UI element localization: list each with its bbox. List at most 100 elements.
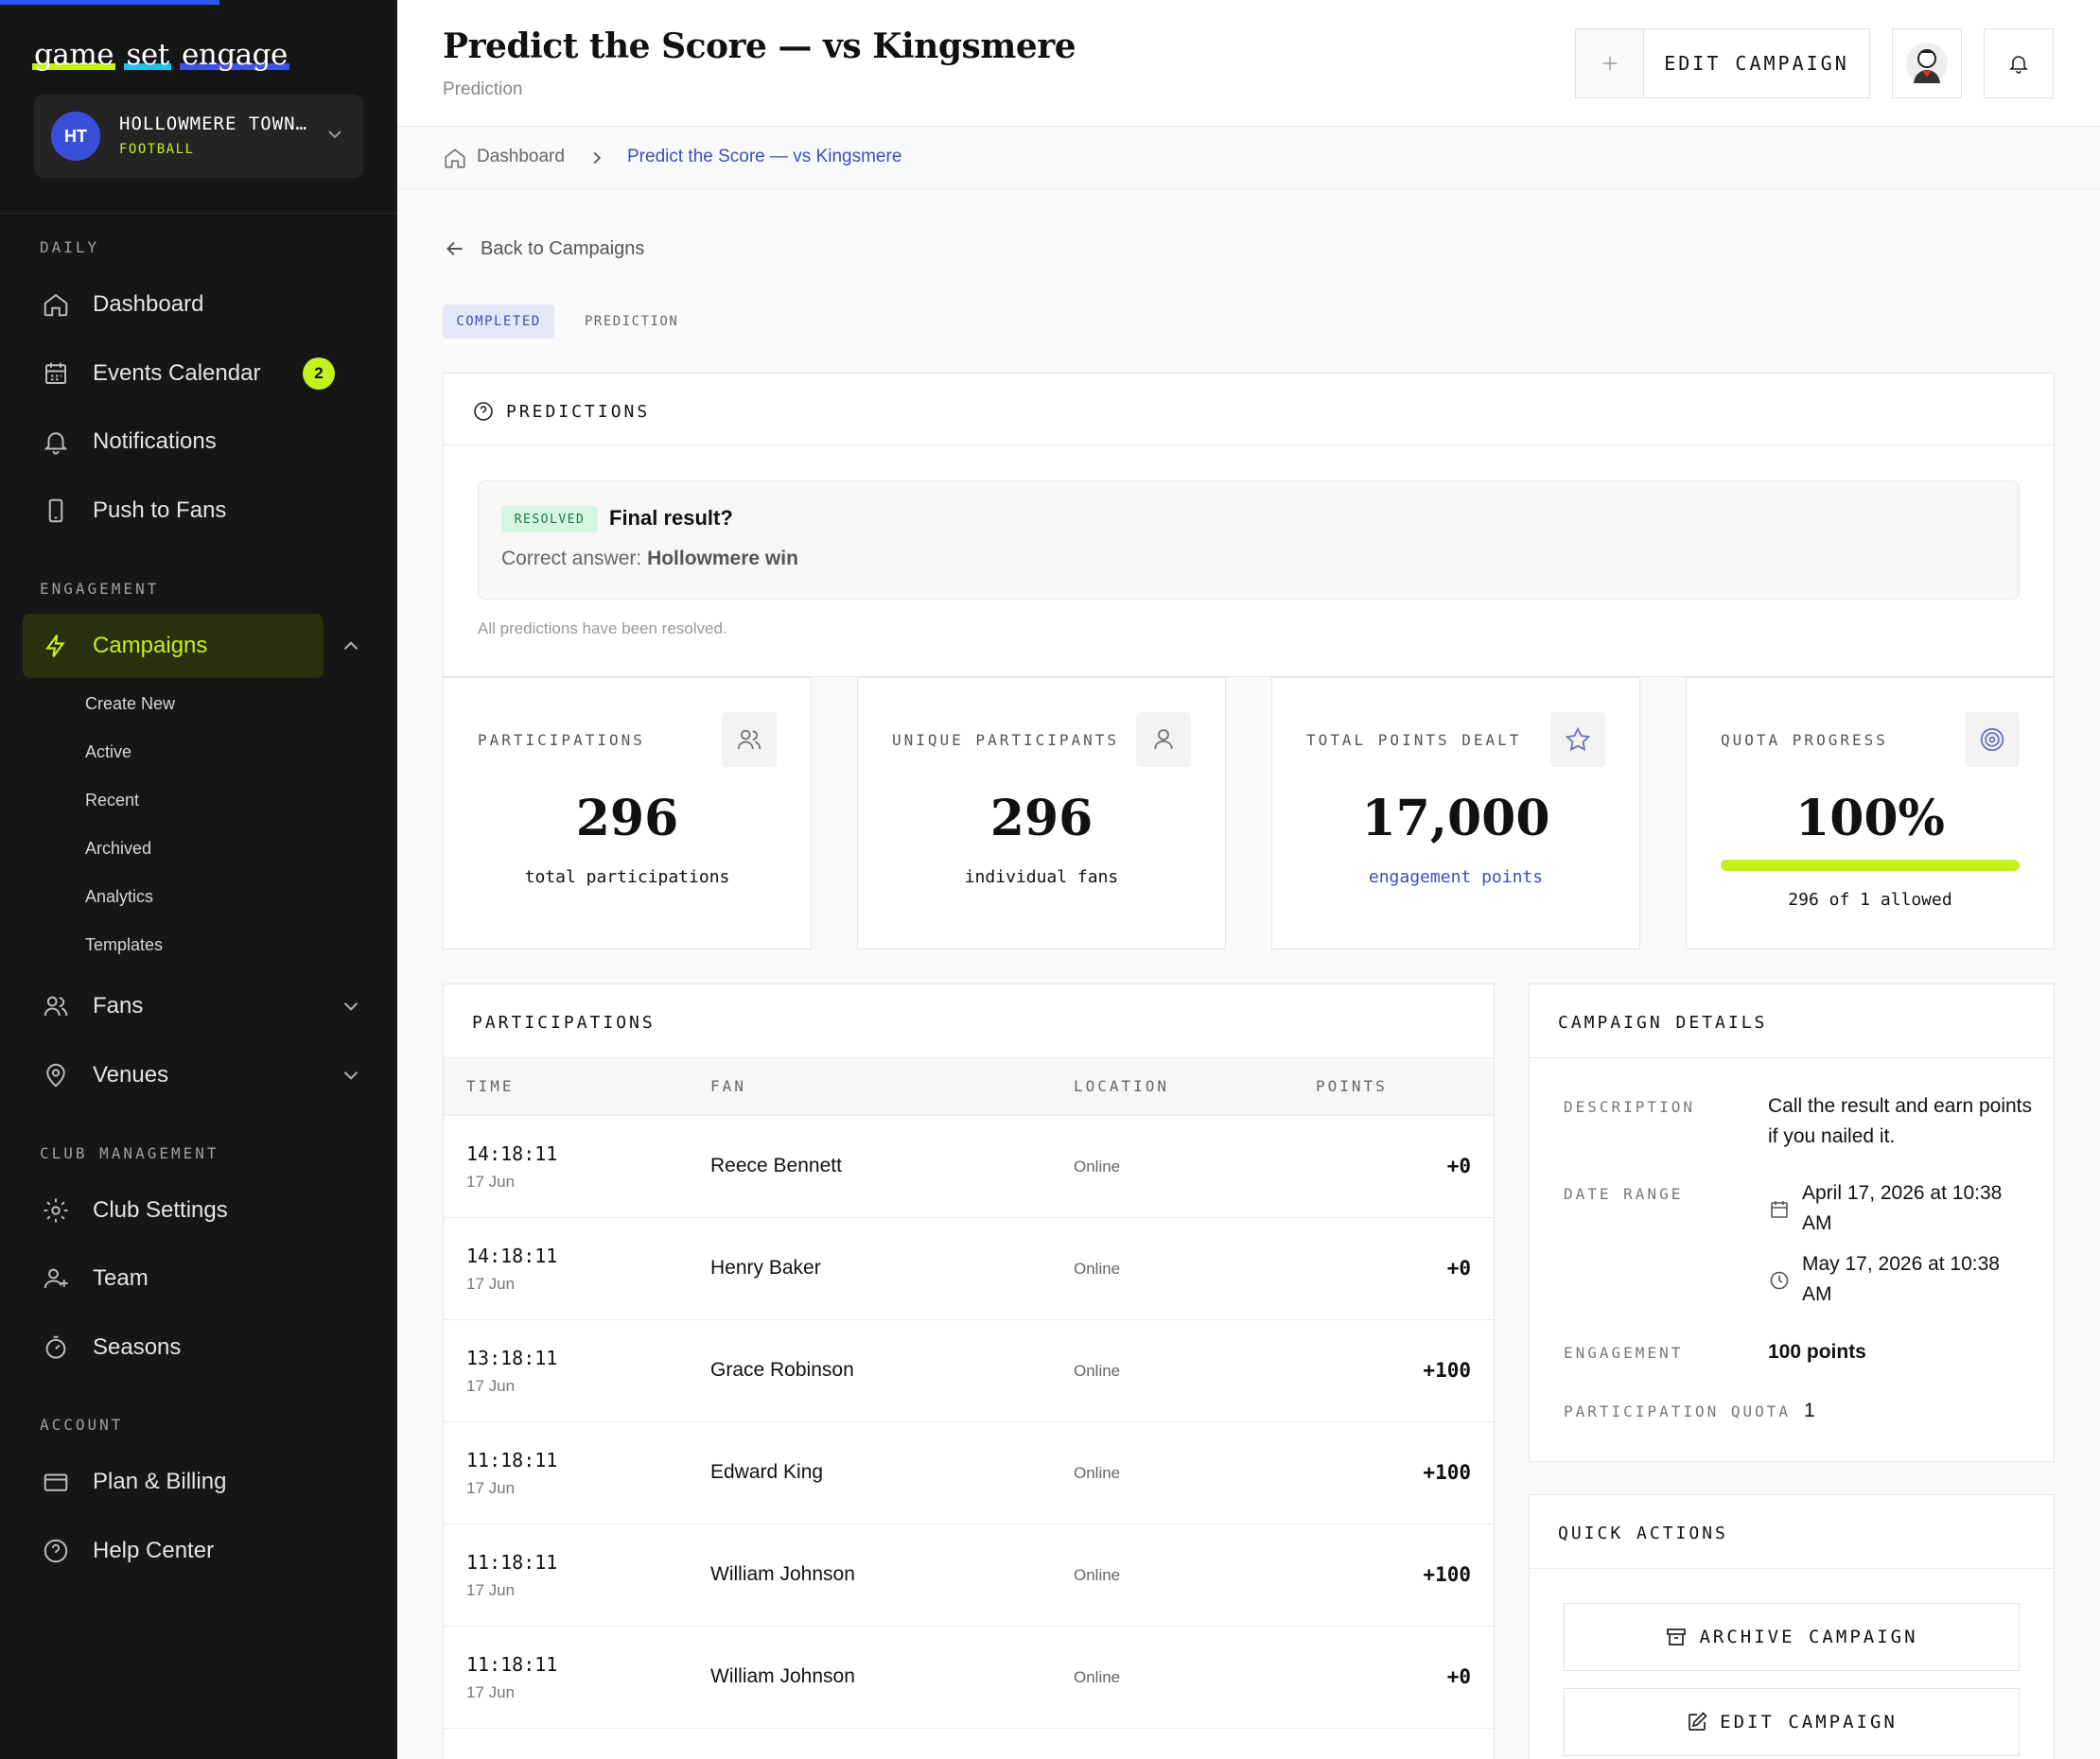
target-icon <box>1965 712 2020 767</box>
predictions-heading: PREDICTIONS <box>472 400 650 423</box>
sidebar-item-dashboard[interactable]: Dashboard <box>23 272 373 337</box>
date-range-label: DATE RANGE <box>1564 1185 1684 1203</box>
row-location: Online <box>1074 1566 1121 1584</box>
user-avatar-button[interactable] <box>1892 28 1962 98</box>
end-date-value: May 17, 2026 at 10:38 AM <box>1802 1253 2000 1305</box>
bell-icon <box>2009 56 2028 74</box>
sidebar-subitem-active[interactable]: Active <box>85 742 131 762</box>
sidebar-item-club-settings[interactable]: Club Settings <box>23 1178 373 1243</box>
column-fan: FAN <box>710 1077 746 1095</box>
sidebar-subitem-analytics[interactable]: Analytics <box>85 887 153 907</box>
chevron-down-icon[interactable] <box>339 1063 363 1088</box>
breadcrumb-current: Predict the Score — vs Kingsmere <box>627 147 902 166</box>
row-time: 14:18:11 <box>466 1142 558 1165</box>
archive-campaign-button[interactable]: ARCHIVE CAMPAIGN <box>1564 1603 2020 1671</box>
row-fan: William Johnson <box>710 1563 855 1585</box>
logo[interactable]: game set engage <box>32 38 289 76</box>
breadcrumb-dashboard-link[interactable]: Dashboard <box>477 147 565 167</box>
star-icon <box>1550 712 1605 767</box>
row-points: +100 <box>1423 1563 1471 1586</box>
sidebar-subitem-create-new[interactable]: Create New <box>85 694 175 714</box>
sidebar-item-help-center[interactable]: Help Center <box>23 1519 373 1583</box>
table-row[interactable]: 14:18:11 17 Jun Henry Baker Online +0 <box>444 1218 1494 1320</box>
divider <box>1530 1057 2054 1058</box>
page-header: Predict the Score — vs Kingsmere Predict… <box>397 0 2100 127</box>
section-club-management: CLUB MANAGEMENT <box>40 1144 219 1162</box>
chevron-up-icon[interactable] <box>339 634 363 658</box>
sidebar-item-campaigns[interactable]: Campaigns <box>23 614 324 678</box>
table-row[interactable]: 13:18:11 17 Jun Grace Robinson Online +100 <box>444 1320 1494 1422</box>
page-title: Predict the Score — vs Kingsmere <box>443 26 1076 66</box>
stat-caption: individual fans <box>964 867 1119 887</box>
section-daily: DAILY <box>40 238 100 256</box>
sidebar-item-notifications[interactable]: Notifications <box>23 409 373 474</box>
stat-caption: engagement points <box>1368 867 1544 887</box>
sidebar-item-venues[interactable]: Venues <box>23 1043 373 1107</box>
sidebar-subitem-archived[interactable]: Archived <box>85 839 151 859</box>
header-actions: EDIT CAMPAIGN <box>1575 28 1870 98</box>
status-badge: COMPLETED <box>443 305 554 339</box>
chevron-down-icon <box>328 131 341 139</box>
sidebar-item-plan-billing[interactable]: Plan & Billing <box>23 1450 373 1514</box>
row-location: Online <box>1074 1158 1121 1176</box>
home-icon <box>445 148 465 168</box>
help-circle-icon <box>474 402 493 421</box>
sidebar-item-fans[interactable]: Fans <box>23 974 373 1038</box>
stopwatch-icon <box>42 1333 70 1362</box>
column-time: TIME <box>466 1077 515 1095</box>
row-date: 17 Jun <box>466 1683 516 1701</box>
stat-caption: total participations <box>524 867 730 887</box>
club-switcher[interactable]: HT HOLLOWMERE TOWN… FOOTBALL <box>34 95 363 178</box>
row-location: Online <box>1074 1668 1121 1686</box>
sidebar-item-seasons[interactable]: Seasons <box>23 1315 373 1380</box>
archive-icon <box>1667 1628 1687 1646</box>
page-subtitle: Prediction <box>443 79 523 99</box>
back-to-campaigns-link[interactable]: Back to Campaigns <box>443 236 644 261</box>
engagement-value: 100 points <box>1768 1341 1866 1363</box>
row-fan: William Johnson <box>710 1665 855 1687</box>
divider <box>444 444 2054 445</box>
row-time: 11:18:11 <box>466 1653 558 1676</box>
table-header: TIME FAN LOCATION POINTS <box>444 1057 1494 1116</box>
help-circle-icon <box>42 1537 70 1565</box>
sidebar-item-team[interactable]: Team <box>23 1246 373 1311</box>
table-row[interactable]: 11:18:11 17 Jun William Johnson Online +0 <box>444 1627 1494 1729</box>
users-icon <box>722 712 777 767</box>
table-row[interactable]: 11:18:11 17 Jun William Johnson Online +100 <box>444 1524 1494 1627</box>
edit-campaign-button-secondary[interactable]: EDIT CAMPAIGN <box>1564 1688 2020 1756</box>
credit-card-icon <box>42 1468 70 1496</box>
sidebar-subitem-templates[interactable]: Templates <box>85 935 163 955</box>
stat-quota-progress: QUOTA PROGRESS 100% 296 of 1 allowed <box>1686 677 2055 949</box>
quota-progress-fill <box>1721 860 2020 871</box>
sidebar-subitem-recent[interactable]: Recent <box>85 791 139 810</box>
table-row[interactable]: 11:18:11 17 Jun Edward King Online +100 <box>444 1422 1494 1524</box>
stat-value: 296 <box>575 790 679 847</box>
stat-caption: 296 of 1 allowed <box>1788 890 1952 910</box>
row-date: 17 Jun <box>466 1377 516 1395</box>
chevron-down-icon[interactable] <box>339 994 363 1019</box>
add-button[interactable] <box>1576 29 1644 97</box>
lightning-icon <box>42 632 70 660</box>
table-row[interactable]: 14:18:11 17 Jun Reece Bennett Online +0 <box>444 1116 1494 1218</box>
row-fan: Reece Bennett <box>710 1155 842 1176</box>
sidebar-item-push-to-fans[interactable]: Push to Fans <box>23 479 373 543</box>
row-points: +0 <box>1446 1257 1471 1280</box>
avatar <box>1906 43 1948 84</box>
gear-icon <box>42 1196 70 1225</box>
section-engagement: ENGAGEMENT <box>40 580 160 598</box>
column-location: LOCATION <box>1074 1077 1170 1095</box>
description-value: Call the result and earn points if you n… <box>1768 1095 2032 1147</box>
user-icon <box>1136 712 1191 767</box>
participations-card: PARTICIPATIONS TIME FAN LOCATION POINTS … <box>443 984 1495 1759</box>
edit-campaign-button[interactable]: EDIT CAMPAIGN <box>1644 29 1869 97</box>
map-pin-icon <box>42 1061 70 1089</box>
bell-icon <box>42 427 70 456</box>
calendar-icon <box>42 359 70 388</box>
column-points: POINTS <box>1316 1077 1388 1095</box>
row-points: +0 <box>1446 1155 1471 1177</box>
notifications-button[interactable] <box>1984 28 2054 98</box>
row-fan: Edward King <box>710 1461 824 1483</box>
loading-bar <box>0 0 219 5</box>
predictions-note: All predictions have been resolved. <box>478 619 727 637</box>
row-date: 17 Jun <box>466 1275 516 1293</box>
